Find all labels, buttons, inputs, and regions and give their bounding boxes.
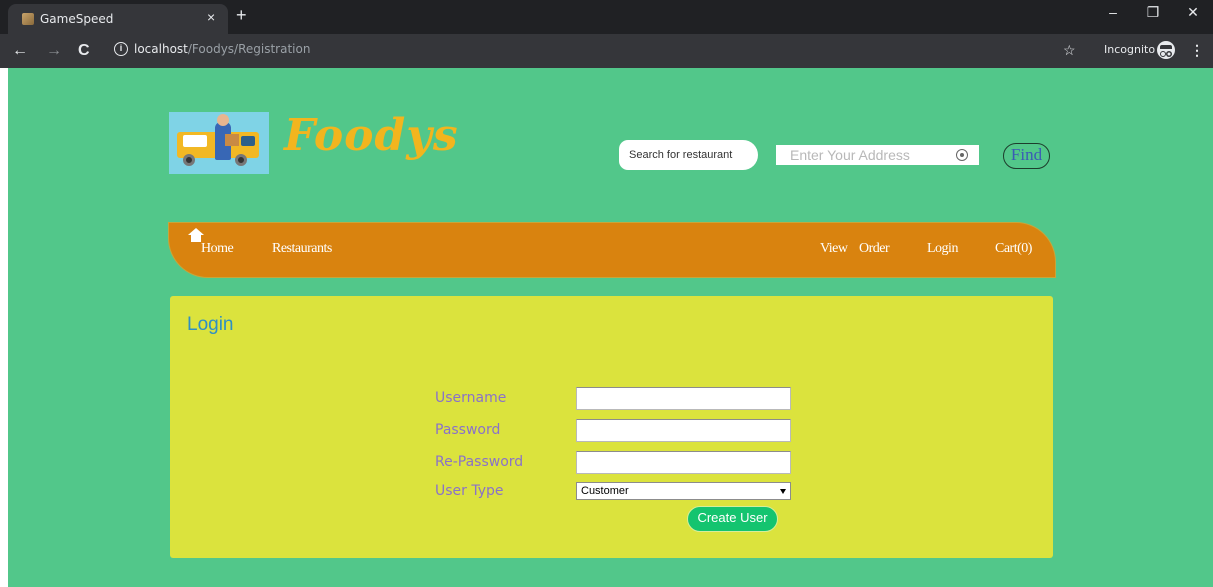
- tab-bar: GameSpeed × + – ❐ ✕: [0, 0, 1213, 34]
- logo-image: [169, 112, 269, 174]
- usertype-label: User Type: [435, 483, 504, 499]
- delivery-box: [225, 134, 239, 146]
- new-tab-icon[interactable]: +: [236, 5, 247, 26]
- address-field[interactable]: [776, 145, 979, 165]
- delivery-man-head: [217, 114, 229, 126]
- password-field[interactable]: [576, 419, 791, 442]
- repassword-label: Re-Password: [435, 454, 524, 470]
- nav-cart[interactable]: Cart(0): [995, 241, 1032, 257]
- nav-home[interactable]: Home: [201, 241, 234, 257]
- omnibox[interactable]: i localhost/Foodys/Registration: [110, 39, 1090, 63]
- dropdown-arrow-icon: [780, 489, 786, 494]
- minimize-icon[interactable]: –: [1099, 4, 1127, 20]
- window-close-icon[interactable]: ✕: [1179, 4, 1207, 21]
- address-bar: ← → C i localhost/Foodys/Registration ☆ …: [0, 34, 1213, 68]
- username-field[interactable]: [576, 387, 791, 410]
- browser-tab[interactable]: GameSpeed ×: [8, 4, 228, 34]
- nav-restaurants[interactable]: Restaurants: [272, 241, 332, 257]
- browser-chrome: GameSpeed × + – ❐ ✕ ← → C i localhost/Fo…: [0, 0, 1213, 68]
- main-navbar: Home Restaurants View Order Login Cart(0…: [168, 222, 1056, 278]
- truck-wheel: [183, 154, 195, 166]
- forward-arrow-icon[interactable]: →: [46, 42, 62, 60]
- truck-wheel: [235, 154, 247, 166]
- create-user-button[interactable]: Create User: [687, 506, 778, 532]
- tab-close-icon[interactable]: ×: [207, 9, 215, 25]
- favicon-icon: [22, 13, 34, 25]
- truck-sign: [183, 135, 207, 147]
- info-icon[interactable]: i: [114, 42, 128, 56]
- reload-icon[interactable]: C: [78, 42, 90, 60]
- usertype-selected-value: Customer: [581, 485, 629, 497]
- panel-title: Login: [187, 314, 234, 335]
- search-restaurant-input[interactable]: Search for restaurant: [619, 140, 758, 170]
- back-arrow-icon[interactable]: ←: [12, 42, 28, 60]
- nav-order[interactable]: Order: [859, 241, 890, 257]
- url-text[interactable]: localhost/Foodys/Registration: [134, 42, 310, 56]
- truck-window: [241, 136, 255, 146]
- repassword-field[interactable]: [576, 451, 791, 474]
- kebab-menu-icon[interactable]: ⋮: [1190, 42, 1204, 59]
- tab-title: GameSpeed: [40, 12, 114, 26]
- find-button[interactable]: Find: [1003, 143, 1050, 169]
- incognito-label: Incognito: [1104, 43, 1156, 56]
- incognito-icon[interactable]: [1157, 41, 1175, 59]
- locate-icon[interactable]: [956, 149, 968, 161]
- nav-login[interactable]: Login: [927, 241, 958, 257]
- brand-logo-text[interactable]: Foodys: [284, 110, 459, 161]
- nav-view[interactable]: View: [820, 241, 848, 257]
- username-label: Username: [435, 390, 507, 406]
- registration-panel: Login Username Password Re-Password User…: [170, 296, 1053, 558]
- password-label: Password: [435, 422, 501, 438]
- address-input[interactable]: [776, 145, 956, 165]
- page-content: Foodys Search for restaurant Find Home R…: [8, 68, 1213, 587]
- bookmark-star-icon[interactable]: ☆: [1063, 42, 1076, 59]
- restore-icon[interactable]: ❐: [1139, 4, 1167, 21]
- usertype-select[interactable]: Customer: [576, 482, 791, 500]
